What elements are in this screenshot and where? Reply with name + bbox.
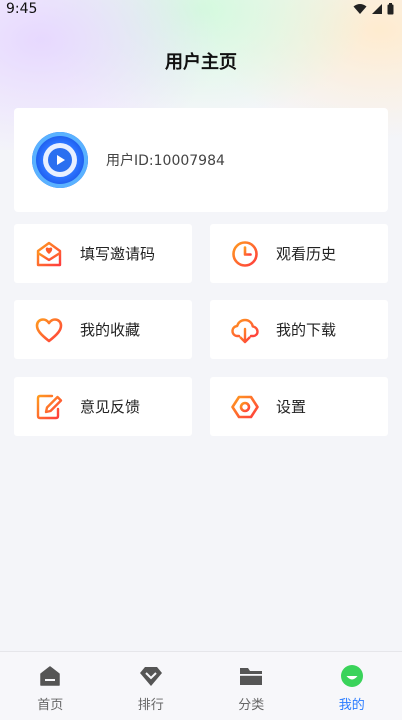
tab-home[interactable]: 首页 xyxy=(0,652,101,720)
feedback-button[interactable]: 意见反馈 xyxy=(14,377,192,436)
smiley-icon xyxy=(340,664,364,688)
favorites-label: 我的收藏 xyxy=(80,321,141,339)
tab-mine[interactable]: 我的 xyxy=(302,652,402,720)
downloads-label: 我的下载 xyxy=(276,321,337,339)
clock-icon xyxy=(230,239,260,269)
cellular-signal-icon xyxy=(372,4,382,14)
folder-icon xyxy=(239,664,263,688)
battery-icon xyxy=(387,3,394,15)
watch-history-button[interactable]: 观看历史 xyxy=(210,224,388,283)
edit-note-icon xyxy=(34,392,64,422)
wifi-icon xyxy=(353,4,367,14)
tab-ranking[interactable]: 排行 xyxy=(101,652,202,720)
hexagon-settings-icon xyxy=(230,392,260,422)
bottom-tab-bar: 首页 排行 分类 我的 xyxy=(0,651,402,720)
tab-home-label: 首页 xyxy=(37,698,64,713)
tab-category-label: 分类 xyxy=(238,698,265,713)
page-title: 用户主页 xyxy=(165,52,237,73)
settings-button[interactable]: 设置 xyxy=(210,377,388,436)
favorites-button[interactable]: 我的收藏 xyxy=(14,300,192,359)
home-icon xyxy=(38,664,62,688)
heart-icon xyxy=(34,315,64,345)
avatar[interactable] xyxy=(32,132,88,188)
tab-mine-label: 我的 xyxy=(338,698,365,713)
cloud-download-icon xyxy=(230,315,260,345)
watch-history-label: 观看历史 xyxy=(276,245,337,263)
settings-label: 设置 xyxy=(276,398,307,416)
status-time: 9:45 xyxy=(6,1,38,17)
downloads-button[interactable]: 我的下载 xyxy=(210,300,388,359)
profile-card[interactable]: 用户ID:10007984 xyxy=(14,108,388,212)
invite-code-button[interactable]: 填写邀请码 xyxy=(14,224,192,283)
tab-ranking-label: 排行 xyxy=(137,698,164,713)
user-id: 用户ID:10007984 xyxy=(106,153,225,169)
status-icons xyxy=(353,3,394,15)
status-bar: 9:45 xyxy=(0,0,402,18)
envelope-heart-icon xyxy=(34,239,64,269)
tab-category[interactable]: 分类 xyxy=(201,652,302,720)
feedback-label: 意见反馈 xyxy=(80,398,141,416)
diamond-icon xyxy=(139,664,163,688)
play-icon xyxy=(43,143,77,177)
invite-code-label: 填写邀请码 xyxy=(80,245,156,263)
